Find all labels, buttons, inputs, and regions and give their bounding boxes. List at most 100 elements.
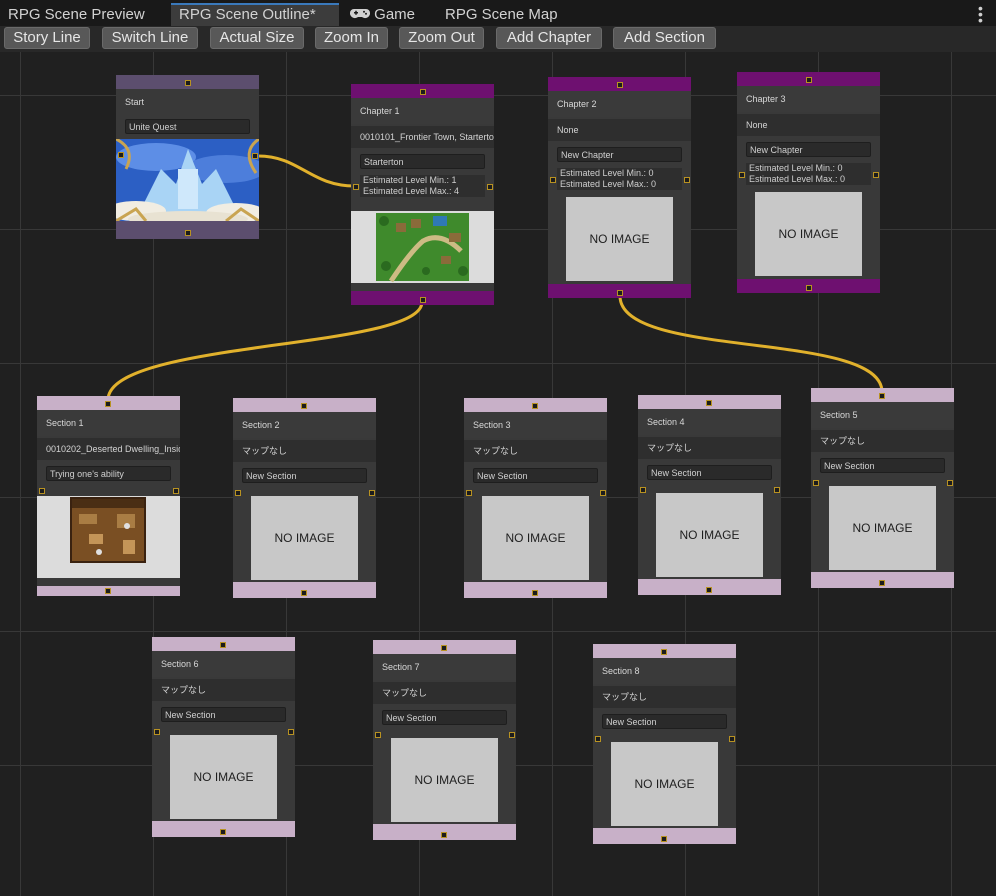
node-name-field[interactable]: New Chapter (746, 142, 871, 157)
node-left-port[interactable] (39, 488, 45, 494)
node-output-port[interactable] (441, 832, 447, 838)
node-section-5[interactable]: Section 5 マップなし New Section NO IMAGE (811, 388, 954, 588)
zoom-out-button[interactable]: Zoom Out (399, 27, 484, 49)
node-right-port[interactable] (729, 736, 735, 742)
node-output-port[interactable] (661, 836, 667, 842)
node-input-port[interactable] (220, 642, 226, 648)
more-options-icon[interactable]: • • • (978, 1, 983, 27)
node-left-port[interactable] (154, 729, 160, 735)
node-output-port[interactable] (706, 587, 712, 593)
node-section-7[interactable]: Section 7 マップなし New Section NO IMAGE (373, 640, 516, 840)
node-name-field[interactable]: New Section (161, 707, 286, 722)
node-left-port[interactable] (375, 732, 381, 738)
node-chapter-3[interactable]: Chapter 3 None New Chapter Estimated Lev… (737, 72, 880, 293)
node-title: Chapter 2 (548, 91, 691, 117)
node-section-6[interactable]: Section 6 マップなし New Section NO IMAGE (152, 637, 295, 837)
node-input-port[interactable] (806, 77, 812, 83)
node-input-port[interactable] (420, 89, 426, 95)
tab-rpg-scene-preview[interactable]: RPG Scene Preview (0, 3, 165, 26)
node-right-port[interactable] (774, 487, 780, 493)
node-start[interactable]: Start Unite Quest (116, 75, 259, 239)
node-title: Section 6 (152, 651, 295, 677)
node-name-field[interactable]: New Section (382, 710, 507, 725)
node-name-field[interactable]: Trying one's ability (46, 466, 171, 481)
node-map-name: マップなし (373, 682, 516, 704)
node-map-name: マップなし (464, 440, 607, 462)
add-section-button[interactable]: Add Section (613, 27, 716, 49)
node-input-port[interactable] (105, 401, 111, 407)
node-name-field[interactable]: Starterton (360, 154, 485, 169)
add-chapter-button[interactable]: Add Chapter (496, 27, 602, 49)
node-output-port[interactable] (301, 590, 307, 596)
node-right-port[interactable] (873, 172, 879, 178)
node-right-port[interactable] (252, 153, 258, 159)
node-input-port[interactable] (706, 400, 712, 406)
node-output-port[interactable] (420, 297, 426, 303)
node-left-port[interactable] (739, 172, 745, 178)
node-left-port[interactable] (118, 152, 124, 158)
node-left-port[interactable] (813, 480, 819, 486)
no-image-placeholder: NO IMAGE (829, 486, 936, 570)
node-input-port[interactable] (301, 403, 307, 409)
node-output-port[interactable] (532, 590, 538, 596)
actual-size-button[interactable]: Actual Size (210, 27, 304, 49)
node-output-port[interactable] (105, 588, 111, 594)
node-right-port[interactable] (369, 490, 375, 496)
node-right-port[interactable] (684, 177, 690, 183)
node-output-port[interactable] (879, 580, 885, 586)
node-right-port[interactable] (947, 480, 953, 486)
node-chapter-2[interactable]: Chapter 2 None New Chapter Estimated Lev… (548, 77, 691, 298)
switch-line-button[interactable]: Switch Line (102, 27, 198, 49)
node-left-port[interactable] (235, 490, 241, 496)
node-left-port[interactable] (353, 184, 359, 190)
node-right-port[interactable] (288, 729, 294, 735)
story-line-button[interactable]: Story Line (4, 27, 90, 49)
node-section-4[interactable]: Section 4 マップなし New Section NO IMAGE (638, 395, 781, 595)
no-image-placeholder: NO IMAGE (656, 493, 763, 577)
node-section-3[interactable]: Section 3 マップなし New Section NO IMAGE (464, 398, 607, 598)
node-left-port[interactable] (466, 490, 472, 496)
node-output-port[interactable] (617, 290, 623, 296)
node-left-port[interactable] (550, 177, 556, 183)
node-name-field[interactable]: Unite Quest (125, 119, 250, 134)
tab-rpg-scene-map[interactable]: RPG Scene Map (437, 3, 577, 26)
zoom-in-button[interactable]: Zoom In (315, 27, 388, 49)
node-right-port[interactable] (487, 184, 493, 190)
node-output-port[interactable] (185, 230, 191, 236)
node-name-field[interactable]: New Section (602, 714, 727, 729)
node-input-port[interactable] (441, 645, 447, 651)
node-input-port[interactable] (879, 393, 885, 399)
node-level-range: Estimated Level Min.: 1 Estimated Level … (360, 175, 485, 197)
node-section-8[interactable]: Section 8 マップなし New Section NO IMAGE (593, 644, 736, 844)
node-chapter-1[interactable]: Chapter 1 0010101_Frontier Town, Starter… (351, 84, 494, 305)
node-left-port[interactable] (595, 736, 601, 742)
tab-label: RPG Scene Preview (8, 6, 145, 23)
node-map-name: マップなし (638, 437, 781, 459)
castle-image (116, 139, 259, 221)
tab-game[interactable]: Game (342, 3, 434, 26)
node-right-port[interactable] (509, 732, 515, 738)
node-name-field[interactable]: New Section (820, 458, 945, 473)
node-input-port[interactable] (185, 80, 191, 86)
node-input-port[interactable] (617, 82, 623, 88)
node-right-port[interactable] (600, 490, 606, 496)
node-output-port[interactable] (220, 829, 226, 835)
node-input-port[interactable] (532, 403, 538, 409)
node-name-field[interactable]: New Section (647, 465, 772, 480)
tab-rpg-scene-outline[interactable]: RPG Scene Outline* (171, 3, 339, 26)
toolbar: Story Line Switch Line Actual Size Zoom … (0, 26, 996, 52)
node-name-field[interactable]: New Chapter (557, 147, 682, 162)
node-name-field[interactable]: New Section (473, 468, 598, 483)
node-name-field[interactable]: New Section (242, 468, 367, 483)
node-title: Section 4 (638, 409, 781, 435)
node-output-port[interactable] (806, 285, 812, 291)
node-left-port[interactable] (640, 487, 646, 493)
no-image-placeholder: NO IMAGE (755, 192, 862, 276)
node-section-1[interactable]: Section 1 0010202_Deserted Dwelling_Insi… (37, 396, 180, 596)
node-section-2[interactable]: Section 2 マップなし New Section NO IMAGE (233, 398, 376, 598)
node-input-port[interactable] (661, 649, 667, 655)
node-title: Section 2 (233, 412, 376, 438)
node-map-name: マップなし (811, 430, 954, 452)
level-max: Estimated Level Max.: 4 (363, 186, 460, 196)
node-right-port[interactable] (173, 488, 179, 494)
